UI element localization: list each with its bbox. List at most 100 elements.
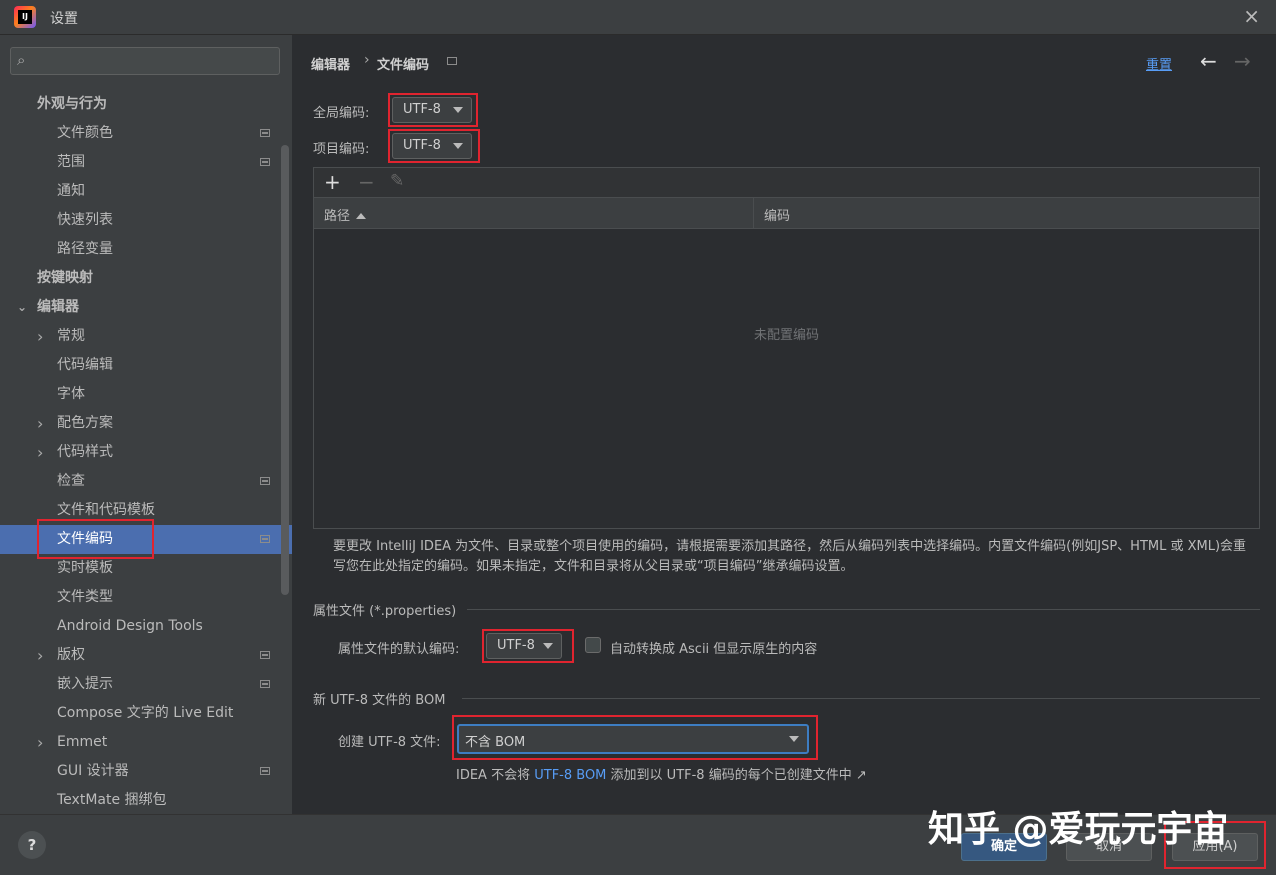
project-encoding-value: UTF-8 xyxy=(403,138,441,153)
chevron-right-icon[interactable]: › xyxy=(37,409,43,438)
sidebar-item[interactable]: 路径变量 xyxy=(0,235,292,264)
bom-select[interactable]: 不含 BOM xyxy=(457,724,809,754)
project-scope-icon xyxy=(260,767,270,775)
intellij-logo-icon xyxy=(14,6,36,28)
project-scope-icon xyxy=(447,57,457,65)
sidebar-item-label: 代码编辑 xyxy=(57,357,113,373)
project-encoding-label: 项目编码: xyxy=(313,142,370,157)
bom-section-title: 新 UTF-8 文件的 BOM xyxy=(313,693,446,708)
window-title: 设置 xyxy=(50,11,78,27)
bom-create-label: 创建 UTF-8 文件: xyxy=(338,735,441,750)
add-icon[interactable]: + xyxy=(324,170,341,194)
table-empty-text: 未配置编码 xyxy=(753,328,819,343)
sidebar-item[interactable]: 快速列表 xyxy=(0,206,292,235)
reset-link[interactable]: 重置 xyxy=(1146,54,1172,73)
help-button[interactable]: ? xyxy=(18,831,46,859)
project-encoding-select[interactable]: UTF-8 xyxy=(392,133,472,159)
chevron-right-icon[interactable]: › xyxy=(37,322,43,351)
sidebar-item-label: 文件颜色 xyxy=(57,125,113,141)
sidebar-item[interactable]: GUI 设计器 xyxy=(0,757,292,786)
settings-search-box[interactable]: ⌕ xyxy=(10,47,280,75)
settings-content: 编辑器 › 文件编码 重置 ← → 全局编码: UTF-8 项目编码: UTF-… xyxy=(292,35,1276,814)
chevron-right-icon[interactable]: › xyxy=(37,728,43,757)
sidebar-item-label: 文件编码 xyxy=(57,531,113,547)
sidebar-item-label: 路径变量 xyxy=(57,241,113,257)
ascii-conversion-label[interactable]: 自动转换成 Ascii 但显示原生的内容 xyxy=(610,638,817,657)
search-icon: ⌕ xyxy=(17,51,26,69)
sidebar-item[interactable]: › 版权 xyxy=(0,641,292,670)
remove-icon: − xyxy=(358,170,375,194)
global-encoding-select[interactable]: UTF-8 xyxy=(392,97,472,123)
project-scope-icon xyxy=(260,680,270,688)
sidebar-item[interactable]: 范围 xyxy=(0,148,292,177)
sidebar-item-label: 按键映射 xyxy=(37,270,93,286)
breadcrumb-editor[interactable]: 编辑器 xyxy=(311,54,350,73)
sidebar-item-label: 范围 xyxy=(57,154,85,170)
sidebar-item[interactable]: 文件颜色 xyxy=(0,119,292,148)
project-scope-icon xyxy=(260,477,270,485)
encoding-description: 要更改 IntelliJ IDEA 为文件、目录或整个项目使用的编码，请根据需要… xyxy=(333,539,1247,574)
sidebar-item-label: 检查 xyxy=(57,473,85,489)
sidebar-item[interactable]: 嵌入提示 xyxy=(0,670,292,699)
sidebar-item-label: 字体 xyxy=(57,386,85,402)
sidebar-item-label: Emmet xyxy=(57,734,108,750)
sidebar-item-label: 常规 xyxy=(57,328,85,344)
sidebar-item-label: 版权 xyxy=(57,647,85,663)
cancel-button[interactable]: 取消 xyxy=(1066,833,1152,861)
apply-button[interactable]: 应用(A) xyxy=(1172,833,1258,861)
sidebar-item[interactable]: › Emmet xyxy=(0,728,292,757)
sidebar-item-label: TextMate 捆绑包 xyxy=(57,792,167,808)
sidebar-item[interactable]: 按键映射 xyxy=(0,264,292,293)
sidebar-item[interactable]: TextMate 捆绑包 xyxy=(0,786,292,815)
close-icon[interactable]: × xyxy=(1243,4,1260,28)
sidebar-item[interactable]: 文件编码 xyxy=(0,525,292,554)
chevron-down-icon xyxy=(789,736,799,742)
chevron-down-icon xyxy=(543,643,553,649)
sort-ascending-icon xyxy=(356,213,367,219)
sidebar-item[interactable]: 通知 xyxy=(0,177,292,206)
chevron-down-icon[interactable]: ⌄ xyxy=(17,293,27,322)
back-arrow-icon[interactable]: ← xyxy=(1200,49,1217,73)
column-divider[interactable] xyxy=(753,198,754,228)
sidebar-item[interactable]: 字体 xyxy=(0,380,292,409)
chevron-right-icon[interactable]: › xyxy=(37,438,43,467)
sidebar-item[interactable]: 文件类型 xyxy=(0,583,292,612)
global-encoding-value: UTF-8 xyxy=(403,102,441,117)
column-header-encoding[interactable]: 编码 xyxy=(764,205,790,224)
sidebar-item[interactable]: 文件和代码模板 xyxy=(0,496,292,525)
sidebar-item[interactable]: › 代码样式 xyxy=(0,438,292,467)
title-bar: 设置 × xyxy=(0,0,1276,35)
sidebar-item[interactable]: › 常规 xyxy=(0,322,292,351)
sidebar-item-label: 文件和代码模板 xyxy=(57,502,155,518)
ascii-conversion-checkbox[interactable] xyxy=(585,637,601,653)
sidebar-item[interactable]: Android Design Tools xyxy=(0,612,292,641)
sidebar-item-label: 嵌入提示 xyxy=(57,676,113,692)
utf8-bom-link[interactable]: UTF-8 BOM xyxy=(534,768,606,783)
settings-search-input[interactable] xyxy=(37,51,279,73)
ok-button[interactable]: 确定 xyxy=(961,833,1047,861)
properties-encoding-select[interactable]: UTF-8 xyxy=(486,633,562,659)
sidebar-item[interactable]: Compose 文字的 Live Edit xyxy=(0,699,292,728)
sidebar-item-label: 实时模板 xyxy=(57,560,113,576)
sidebar-item[interactable]: 代码编辑 xyxy=(0,351,292,380)
sidebar-scrollbar[interactable] xyxy=(281,145,289,595)
edit-icon: ✎ xyxy=(390,171,405,191)
sidebar-item[interactable]: ⌄ 编辑器 xyxy=(0,293,292,322)
project-scope-icon xyxy=(260,651,270,659)
properties-separator xyxy=(467,609,1260,610)
chevron-right-icon[interactable]: › xyxy=(37,641,43,670)
sidebar-item[interactable]: 外观与行为 xyxy=(0,90,292,119)
sidebar-item[interactable]: 实时模板 xyxy=(0,554,292,583)
column-header-path[interactable]: 路径 xyxy=(324,205,367,224)
properties-default-label: 属性文件的默认编码: xyxy=(338,642,460,657)
table-toolbar: + − ✎ xyxy=(314,168,1259,198)
breadcrumb-current: 文件编码 xyxy=(377,58,430,73)
sidebar-item-label: 文件类型 xyxy=(57,589,113,605)
sidebar-item-label: GUI 设计器 xyxy=(57,763,129,779)
global-encoding-label: 全局编码: xyxy=(313,106,370,121)
sidebar-item-label: 外观与行为 xyxy=(37,96,107,112)
sidebar-item[interactable]: 检查 xyxy=(0,467,292,496)
sidebar-item-label: 编辑器 xyxy=(37,299,79,315)
bom-separator xyxy=(462,698,1260,699)
sidebar-item[interactable]: › 配色方案 xyxy=(0,409,292,438)
